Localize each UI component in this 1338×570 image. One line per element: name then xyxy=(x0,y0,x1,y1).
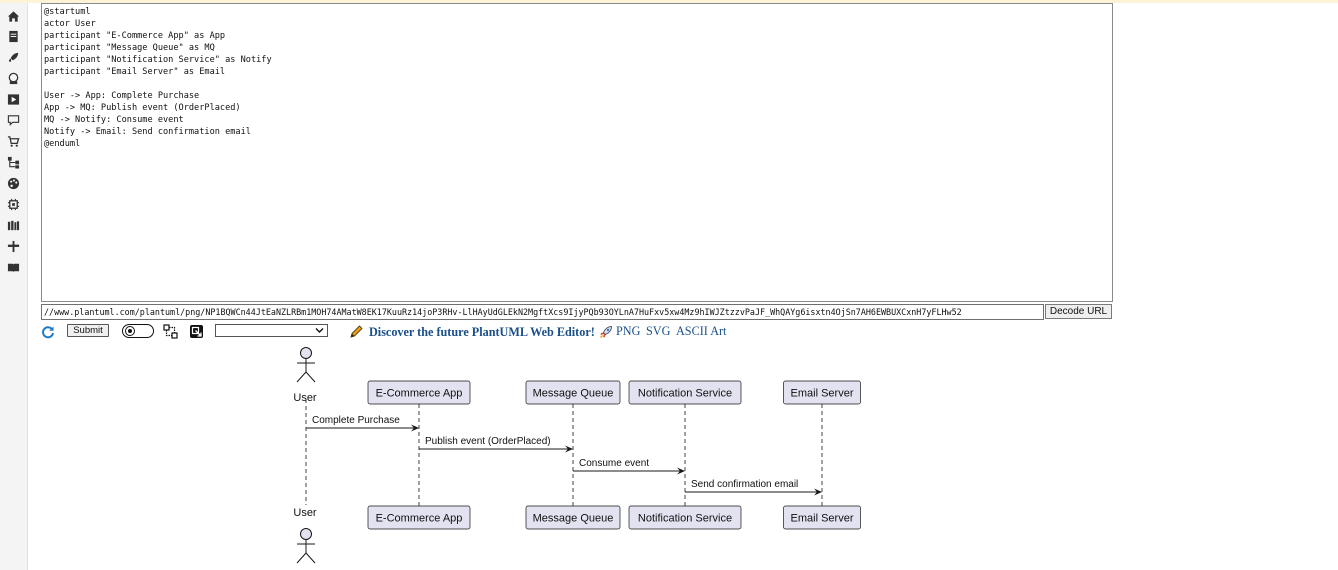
palette-icon[interactable] xyxy=(6,176,20,190)
participant-label-bottom-0: E-Commerce App xyxy=(376,513,463,525)
book-icon[interactable] xyxy=(6,260,20,274)
message-label-3: Send confirmation email xyxy=(691,479,798,490)
participant-label-top-0: E-Commerce App xyxy=(376,388,463,400)
cart-icon[interactable] xyxy=(6,134,20,148)
hierarchy-icon[interactable] xyxy=(6,155,20,169)
rocket-icon[interactable] xyxy=(6,50,20,64)
pencil-icon xyxy=(350,325,363,338)
library-icon[interactable] xyxy=(6,218,20,232)
actor-label-top: User xyxy=(293,392,317,404)
document-icon[interactable] xyxy=(6,29,20,43)
sequence-diagram: User User E-Commerce App E-Commerce App Mess… xyxy=(293,347,861,564)
theme-toggle[interactable] xyxy=(122,324,154,338)
home-icon[interactable] xyxy=(6,9,20,23)
source-editor[interactable]: @startuml actor User participant "E-Comm… xyxy=(41,3,1113,302)
source-text[interactable]: @startuml actor User participant "E-Comm… xyxy=(42,4,1112,150)
message-label-2: Consume event xyxy=(579,458,649,469)
decode-url-button[interactable]: Decode URL xyxy=(1045,304,1112,319)
actor-leg-left-top xyxy=(296,371,307,383)
actor-head-bottom xyxy=(300,528,312,540)
open-external-icon[interactable] xyxy=(189,324,204,339)
participant-label-bottom-1: Message Queue xyxy=(533,513,614,525)
encoded-url-input[interactable]: //www.plantuml.com/plantuml/png/NP1BQWCn… xyxy=(41,304,1044,320)
actor-leg-left-bottom xyxy=(296,552,307,564)
comment-icon[interactable] xyxy=(6,113,20,127)
discover-banner: Discover the future PlantUML Web Editor! xyxy=(349,324,613,340)
ascii-art-link[interactable]: ASCII Art xyxy=(676,324,726,339)
sidebar xyxy=(0,3,28,570)
chevron-down-icon xyxy=(315,328,324,333)
chip-icon[interactable] xyxy=(6,197,20,211)
participant-label-top-1: Message Queue xyxy=(533,388,614,400)
rocket-emoji-icon xyxy=(599,326,612,338)
message-label-1: Publish event (OrderPlaced) xyxy=(425,436,551,447)
message-label-0: Complete Purchase xyxy=(312,415,400,426)
png-link[interactable]: PNG xyxy=(616,324,640,339)
pin-icon[interactable] xyxy=(6,239,20,253)
participant-label-top-2: Notification Service xyxy=(638,388,732,400)
svg-link[interactable]: SVG xyxy=(646,324,670,339)
actor-label-bottom: User xyxy=(293,507,317,519)
participant-label-top-3: Email Server xyxy=(791,388,854,400)
discover-link[interactable]: Discover the future PlantUML Web Editor! xyxy=(369,325,595,340)
refresh-icon[interactable] xyxy=(41,324,55,339)
submit-button[interactable]: Submit xyxy=(67,324,109,337)
play-icon[interactable] xyxy=(6,92,20,106)
network-icon[interactable] xyxy=(6,71,20,85)
actor-head-top xyxy=(300,347,312,359)
sun-icon xyxy=(125,326,135,336)
pipe-diagram-icon[interactable] xyxy=(163,324,178,339)
actor-leg-right-top xyxy=(305,371,316,383)
participant-label-bottom-2: Notification Service xyxy=(638,513,732,525)
participant-label-bottom-3: Email Server xyxy=(791,513,854,525)
format-select[interactable] xyxy=(215,324,328,337)
actor-leg-right-bottom xyxy=(305,552,316,564)
